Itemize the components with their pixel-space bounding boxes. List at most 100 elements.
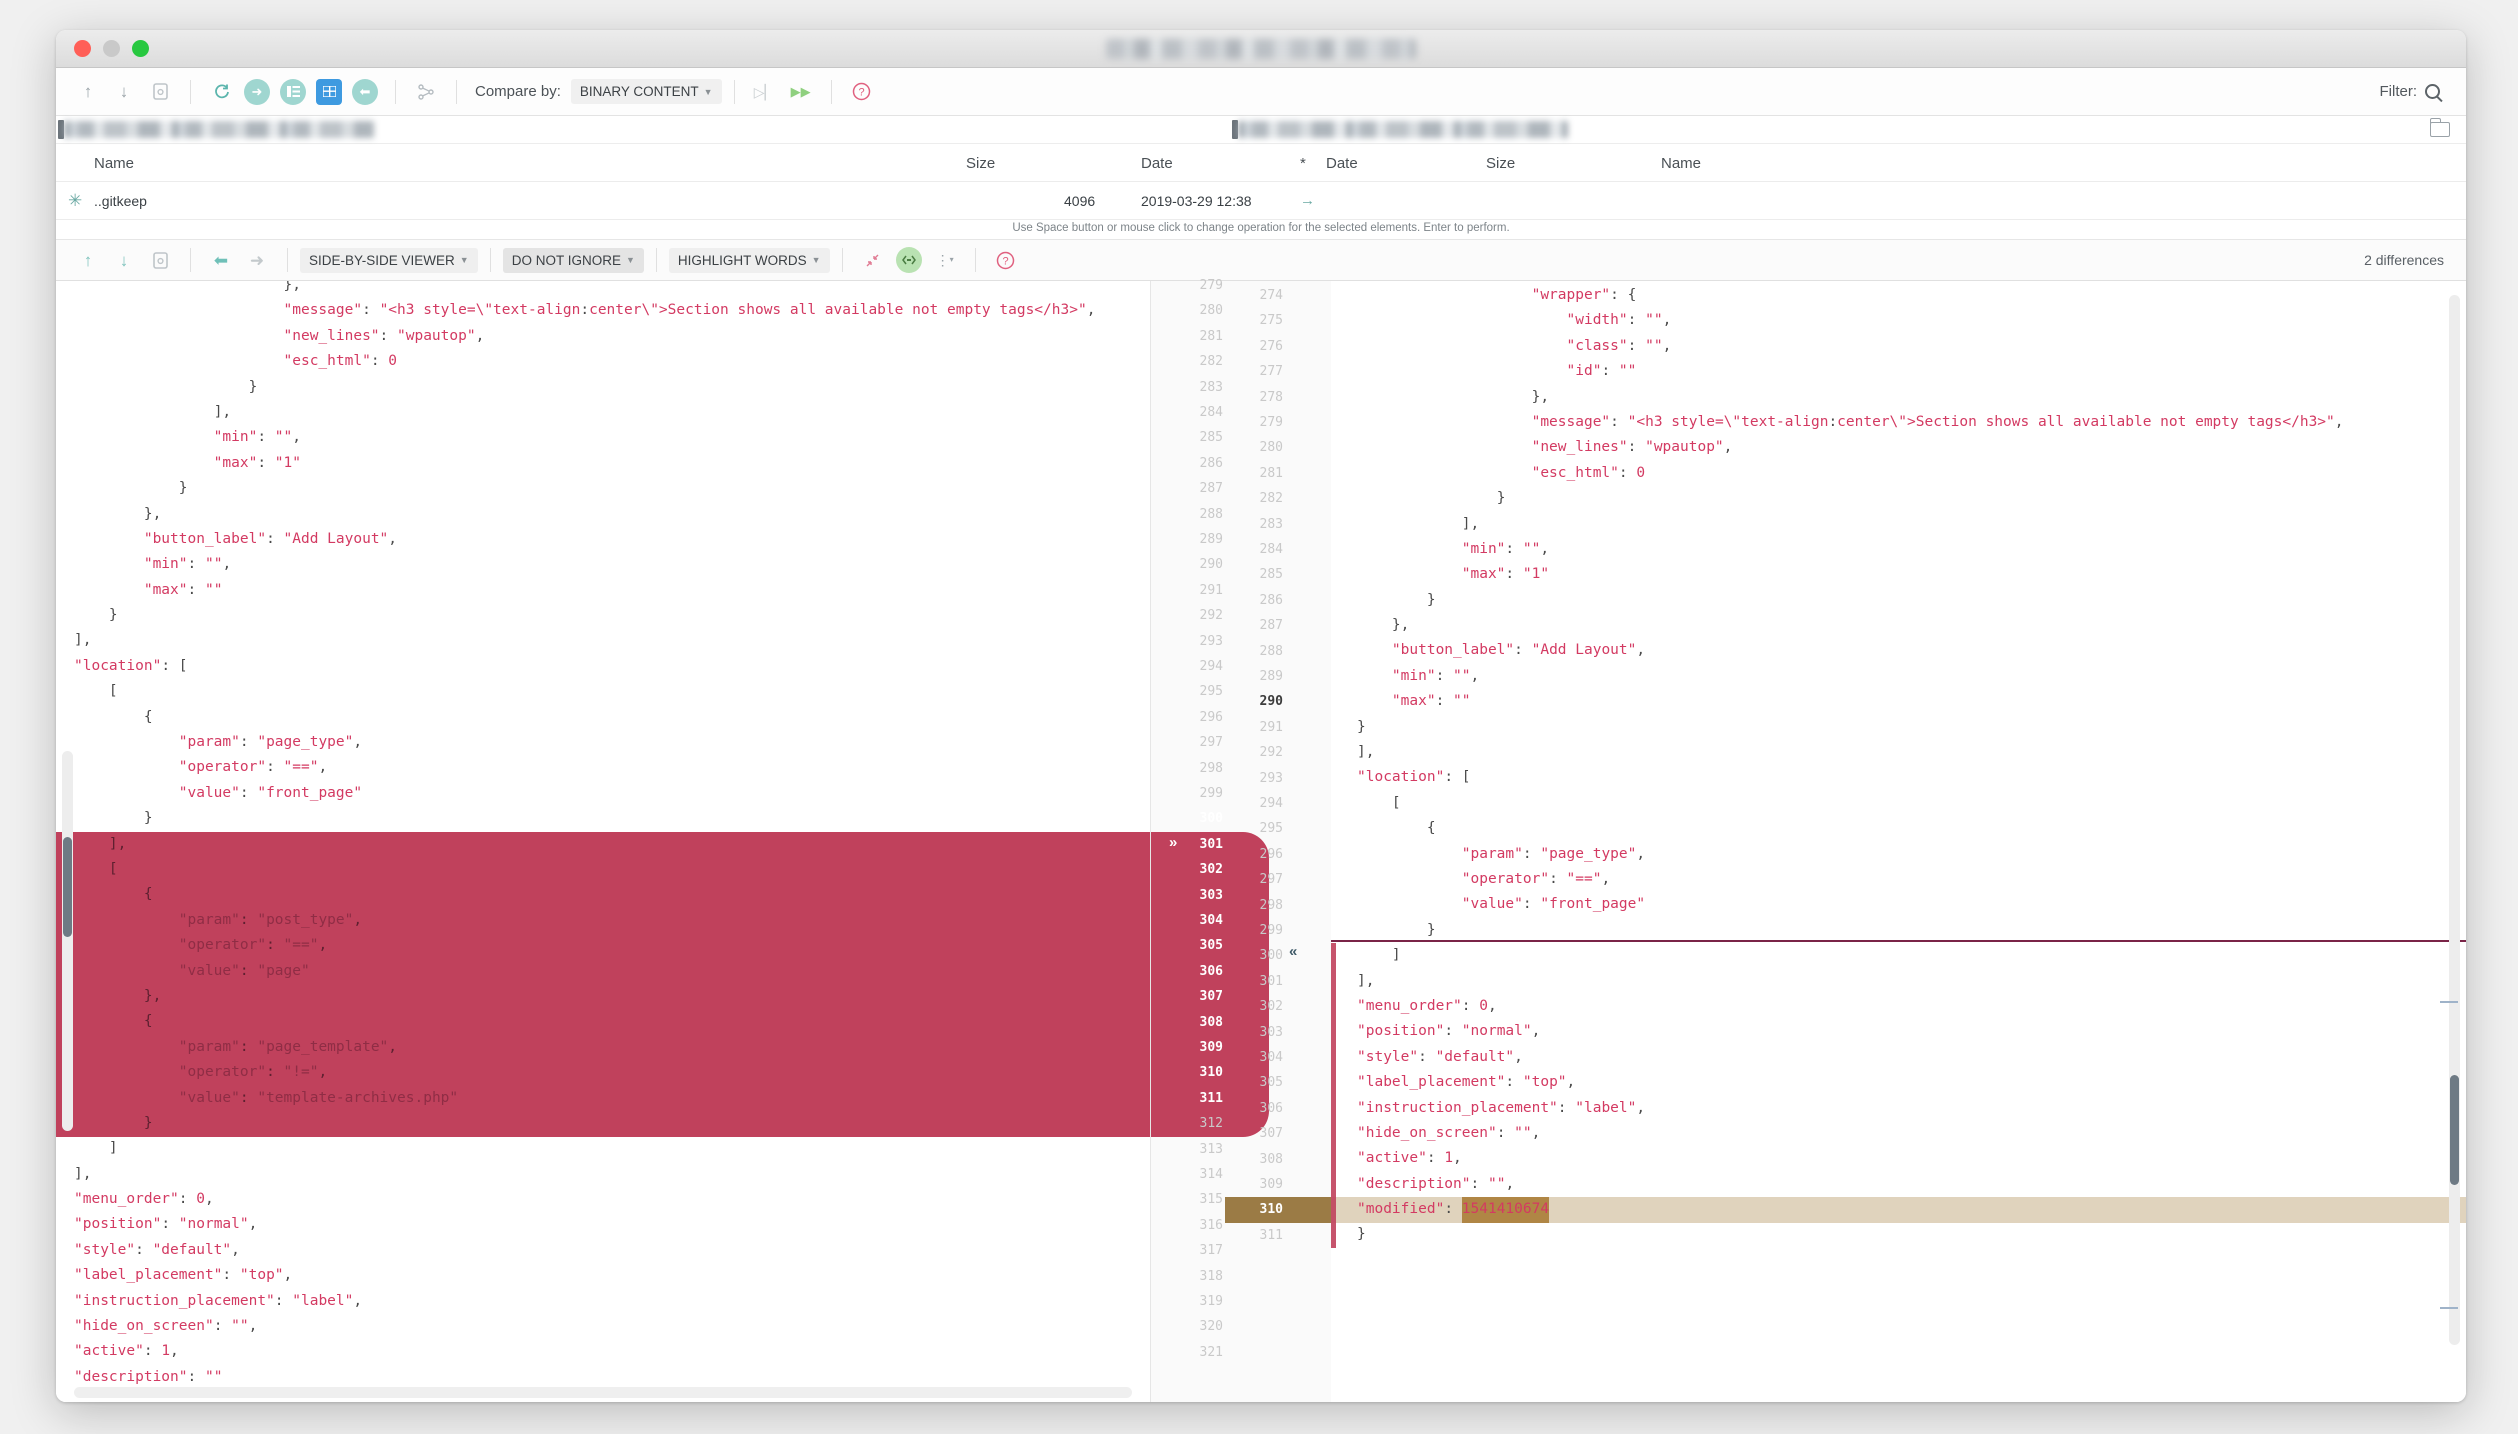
code-line[interactable]: ], [56, 832, 1150, 857]
zoom-button[interactable] [132, 40, 149, 57]
code-line[interactable]: "value": "front_page" [1331, 892, 2466, 917]
more-options-icon[interactable]: ⋮ ▾ [931, 246, 959, 274]
code-line[interactable]: "param": "page_type", [1331, 842, 2466, 867]
code-line[interactable]: ] [1331, 943, 2466, 968]
code-line[interactable]: "min": "", [56, 552, 1150, 577]
code-line[interactable]: } [1331, 486, 2466, 511]
code-line[interactable]: "max": "" [1331, 689, 2466, 714]
copy-to-right-icon[interactable]: ➜ [244, 78, 270, 105]
code-line[interactable]: ], [1331, 969, 2466, 994]
code-line[interactable]: "hide_on_screen": "", [1331, 1121, 2466, 1146]
code-line[interactable]: { [56, 705, 1150, 730]
right-scrollbar-thumb[interactable] [2450, 1075, 2459, 1185]
close-button[interactable] [74, 40, 91, 57]
file-compare-icon[interactable] [146, 78, 174, 106]
code-line[interactable]: } [1331, 715, 2466, 740]
code-line[interactable]: "max": "" [56, 578, 1150, 603]
code-line[interactable]: "esc_html": 0 [56, 349, 1150, 374]
fast-forward-icon[interactable]: ▶▶ [787, 78, 815, 106]
apply-left-chevron-icon[interactable]: » [1169, 834, 1177, 851]
column-header-size-5[interactable]: Size [1486, 155, 1515, 172]
code-line[interactable]: "position": "normal", [56, 1212, 1150, 1237]
code-line[interactable]: "new_lines": "wpautop", [56, 324, 1150, 349]
diff-next-icon[interactable]: ↓ [110, 246, 138, 274]
code-line[interactable]: "max": "1" [56, 451, 1150, 476]
move-up-icon[interactable]: ↑ [74, 78, 102, 106]
code-line[interactable]: }, [56, 281, 1150, 298]
code-line[interactable]: "value": "template-archives.php" [56, 1086, 1150, 1111]
right-path-bar[interactable] [1230, 116, 2466, 143]
code-line[interactable]: "style": "default", [56, 1238, 1150, 1263]
code-line[interactable]: "id": "" [1331, 359, 2466, 384]
code-line[interactable]: "min": "", [56, 425, 1150, 450]
right-code-text[interactable]: "wrapper": { "width": "", "class": "", "… [1331, 283, 2466, 1248]
column-header-size-1[interactable]: Size [966, 155, 995, 172]
code-line[interactable]: "min": "", [1331, 537, 2466, 562]
code-line[interactable]: "style": "default", [1331, 1045, 2466, 1070]
operation-arrow-icon[interactable]: → [1300, 192, 1315, 209]
help-icon[interactable]: ? [848, 78, 876, 106]
merge-list-icon[interactable] [280, 78, 306, 105]
code-line[interactable]: }, [1331, 385, 2466, 410]
code-line[interactable]: } [56, 806, 1150, 831]
code-line[interactable]: "message": "<h3 style=\"text-align:cente… [1331, 410, 2466, 435]
filter-control[interactable]: Filter: [2380, 68, 2440, 115]
code-line[interactable]: "operator": "!=", [56, 1060, 1150, 1085]
code-line[interactable]: { [56, 1009, 1150, 1034]
code-line[interactable]: { [56, 882, 1150, 907]
move-down-icon[interactable]: ↓ [110, 78, 138, 106]
code-line[interactable]: } [56, 375, 1150, 400]
code-line[interactable]: "param": "post_type", [56, 908, 1150, 933]
code-line[interactable]: "wrapper": { [1331, 283, 2466, 308]
code-line[interactable]: }, [1331, 613, 2466, 638]
ignore-mode-dropdown[interactable]: DO NOT IGNORE ▼ [502, 247, 644, 273]
code-line[interactable]: "param": "page_template", [56, 1035, 1150, 1060]
code-line[interactable]: [ [56, 679, 1150, 704]
code-line[interactable]: } [1331, 1222, 2466, 1247]
code-line[interactable]: ], [56, 1162, 1150, 1187]
code-line[interactable]: "modified": 1541410674 [1331, 1197, 2466, 1222]
whitespace-icon[interactable] [895, 247, 922, 273]
code-line[interactable]: "value": "front_page" [56, 781, 1150, 806]
column-header-date-4[interactable]: Date [1326, 155, 1358, 172]
code-line[interactable]: } [56, 1111, 1150, 1136]
code-line[interactable]: "hide_on_screen": "", [56, 1314, 1150, 1339]
branch-icon[interactable] [412, 78, 440, 106]
apply-right-icon[interactable]: ➜ [243, 246, 271, 274]
code-line[interactable]: } [56, 476, 1150, 501]
column-header-name-6[interactable]: Name [1661, 155, 1701, 172]
code-line[interactable]: "label_placement": "top", [56, 1263, 1150, 1288]
code-line[interactable]: "active": 1, [1331, 1146, 2466, 1171]
code-line[interactable]: "button_label": "Add Layout", [56, 527, 1150, 552]
code-line[interactable]: "description": "", [1331, 1172, 2466, 1197]
left-code-pane[interactable]: }, "message": "<h3 style=\"text-align:ce… [56, 281, 1151, 1402]
code-line[interactable]: "value": "page" [56, 959, 1150, 984]
folder-icon[interactable] [2430, 118, 2450, 137]
code-line[interactable]: } [1331, 588, 2466, 613]
code-line[interactable]: "message": "<h3 style=\"text-align:cente… [56, 298, 1150, 323]
right-code-pane[interactable]: "wrapper": { "width": "", "class": "", "… [1331, 281, 2466, 1402]
code-line[interactable]: }, [56, 984, 1150, 1009]
diff-file-icon[interactable] [146, 246, 174, 274]
code-line[interactable]: { [1331, 816, 2466, 841]
code-line[interactable]: ], [56, 628, 1150, 653]
table-row[interactable]: ✳ ..gitkeep 4096 2019-03-29 12:38 → [56, 182, 2466, 220]
code-line[interactable]: ] [56, 1136, 1150, 1161]
code-line[interactable]: ], [1331, 740, 2466, 765]
code-line[interactable]: "active": 1, [56, 1339, 1150, 1364]
code-line[interactable]: "instruction_placement": "label", [56, 1289, 1150, 1314]
code-line[interactable]: }, [56, 502, 1150, 527]
left-pane-scrollbar[interactable] [62, 751, 73, 1131]
highlight-mode-dropdown[interactable]: HIGHLIGHT WORDS ▼ [668, 247, 830, 273]
left-path-bar[interactable] [56, 116, 1230, 143]
apply-right-chevron-icon[interactable]: « [1289, 943, 1297, 960]
code-line[interactable]: "button_label": "Add Layout", [1331, 638, 2466, 663]
code-line[interactable]: "new_lines": "wpautop", [1331, 435, 2466, 460]
code-line[interactable]: "width": "", [1331, 308, 2466, 333]
collapse-icon[interactable] [859, 246, 887, 274]
code-line[interactable]: "label_placement": "top", [1331, 1070, 2466, 1095]
column-header-date-2[interactable]: Date [1141, 155, 1173, 172]
code-line[interactable]: "menu_order": 0, [1331, 994, 2466, 1019]
code-line[interactable]: [ [1331, 791, 2466, 816]
minimize-button[interactable] [103, 40, 120, 57]
